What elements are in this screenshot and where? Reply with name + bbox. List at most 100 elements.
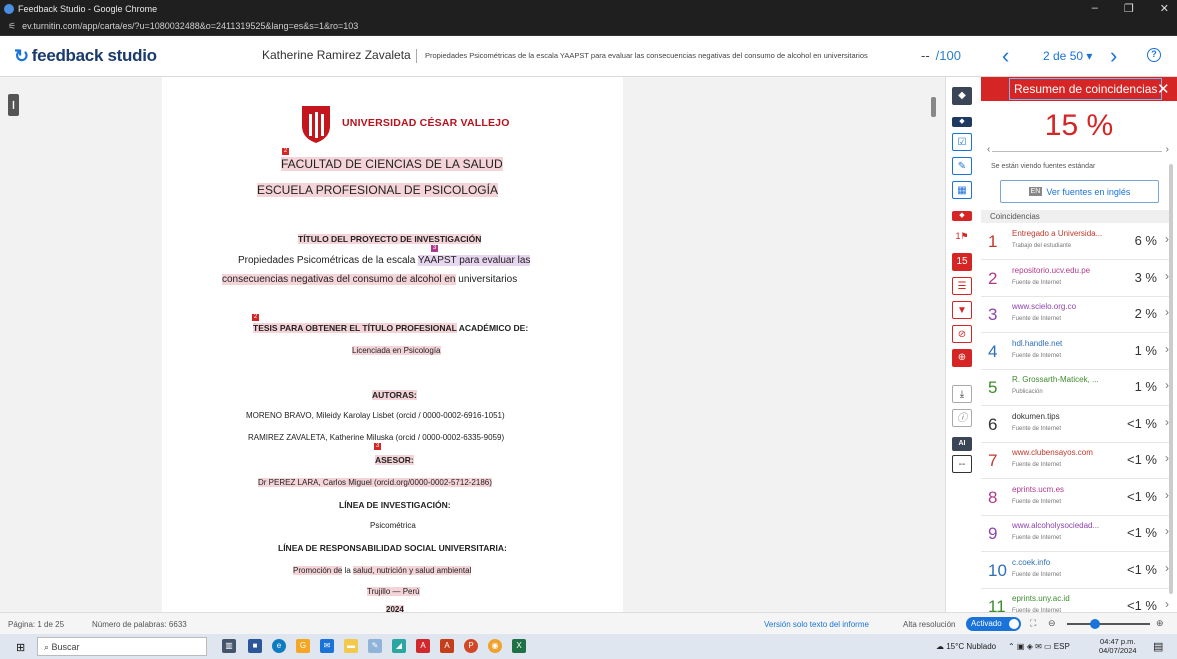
excel-icon[interactable]: X — [512, 639, 526, 653]
store-app-icon[interactable]: ■ — [248, 639, 262, 653]
checkbox-icon[interactable]: ☑ — [952, 133, 972, 151]
mail-app-icon[interactable]: ✉ — [320, 639, 334, 653]
side-drawer-handle-icon[interactable]: ❙ — [8, 94, 19, 116]
chevron-right-icon[interactable]: › — [1165, 378, 1169, 392]
grade-field[interactable]: --/100 — [921, 48, 961, 63]
task-view-icon[interactable]: ▥ — [222, 639, 236, 653]
place-line[interactable]: Trujillo — Perú — [367, 587, 420, 596]
match-row[interactable]: 5 R. Grossarth-Maticek, ... Publicación 1 %… — [981, 370, 1169, 406]
close-window-icon[interactable]: ✕ — [1160, 2, 1169, 15]
year-line[interactable]: 2024 — [386, 605, 404, 612]
chevron-right-icon[interactable]: › — [1165, 305, 1169, 319]
match-source[interactable]: repositorio.ucv.edu.pe — [1012, 266, 1110, 275]
rubric-grid-icon[interactable]: ▦ — [952, 181, 972, 199]
pdf-reader-icon[interactable]: A — [416, 639, 430, 653]
high-resolution-toggle[interactable]: Activado — [966, 617, 1021, 631]
download-icon[interactable]: ⤓ — [952, 385, 972, 403]
text-only-report-link[interactable]: Versión solo texto del informe — [764, 620, 869, 629]
similarity-report-icon[interactable]: ⊕ — [952, 349, 972, 367]
fit-screen-icon[interactable]: ⛶ — [1030, 618, 1036, 629]
all-sources-icon[interactable]: ☰ — [952, 277, 972, 295]
close-panel-icon[interactable]: ✕ — [1157, 80, 1170, 98]
zoom-slider-track[interactable] — [1067, 623, 1150, 625]
match-row[interactable]: 3 www.scielo.org.co Fuente de Internet 2 % › — [981, 297, 1169, 333]
chevron-right-icon[interactable]: › — [1165, 232, 1169, 246]
english-sources-button[interactable]: EN Ver fuentes en inglés — [1000, 180, 1159, 203]
match-source[interactable]: R. Grossarth-Maticek, ... — [1012, 375, 1110, 384]
chrome-icon[interactable]: ◉ — [488, 639, 502, 653]
acrobat-icon[interactable]: A — [440, 639, 454, 653]
info-icon[interactable]: ⓘ — [952, 409, 972, 427]
source-scroll-track[interactable] — [992, 151, 1162, 152]
chevron-right-icon[interactable]: › — [1165, 524, 1169, 538]
next-paper-icon[interactable]: › — [1110, 43, 1117, 69]
match-row[interactable]: 4 hdl.handle.net Fuente de Internet 1 % › — [981, 334, 1169, 370]
previous-paper-icon[interactable]: ‹ — [1002, 43, 1009, 69]
scroll-right-icon[interactable]: › — [1166, 144, 1169, 155]
match-source[interactable]: Entregado a Universida... — [1012, 229, 1110, 238]
match-source[interactable]: eprints.ucm.es — [1012, 485, 1110, 494]
layers-icon[interactable]: ◆ — [952, 87, 972, 105]
chevron-right-icon[interactable]: › — [1165, 451, 1169, 465]
match-marker[interactable]: 3 — [374, 443, 381, 454]
powerpoint-icon[interactable]: P — [464, 639, 478, 653]
edit-comment-icon[interactable]: ✎ — [952, 157, 972, 175]
flag-count-icon[interactable]: 1⚑ — [952, 227, 972, 245]
match-row[interactable]: 10 c.coek.info Fuente de Internet <1 % › — [981, 553, 1169, 589]
paper-pager-dropdown[interactable]: 2 de 50 ▾ — [1043, 49, 1092, 63]
match-row[interactable]: 6 dokumen.tips Fuente de Internet <1 % › — [981, 407, 1169, 443]
zoom-in-icon[interactable]: ⊕ — [1156, 618, 1164, 629]
document-scrollbar[interactable] — [931, 97, 936, 117]
system-tray[interactable]: ⌃ ▣ ◈ ✉ ▭ ESP — [1008, 642, 1070, 651]
match-source[interactable]: c.coek.info — [1012, 558, 1110, 567]
match-source[interactable]: www.alcoholysociedad... — [1012, 521, 1110, 530]
help-icon[interactable]: ? — [1147, 48, 1161, 62]
yellow-app-icon[interactable]: G — [296, 639, 310, 653]
degree-line[interactable]: Licenciada en Psicología — [352, 346, 441, 355]
match-source[interactable]: www.clubensayos.com — [1012, 448, 1110, 457]
match-source[interactable]: hdl.handle.net — [1012, 339, 1110, 348]
zoom-slider-handle[interactable] — [1090, 619, 1100, 629]
file-explorer-icon[interactable]: ▬ — [344, 639, 358, 653]
brand-logo[interactable]: ↻ feedback studio — [14, 46, 157, 67]
taskbar-search[interactable]: ⌕ Buscar — [37, 637, 207, 656]
match-source[interactable]: eprints.uny.ac.id — [1012, 594, 1110, 603]
grading-layer-icon[interactable]: ◆ — [952, 117, 972, 127]
chevron-right-icon[interactable]: › — [1165, 415, 1169, 429]
weather-widget[interactable]: ☁ 15°C Nublado — [936, 642, 996, 651]
minimize-icon[interactable]: – — [1092, 2, 1098, 15]
chevron-right-icon[interactable]: › — [1165, 561, 1169, 575]
title-label[interactable]: TÍTULO DEL PROYECTO DE INVESTIGACIÓN — [298, 234, 482, 244]
maximize-icon[interactable]: ❐ — [1124, 2, 1134, 15]
taskbar-clock[interactable]: 04:47 p.m. 04/07/2024 — [1099, 637, 1137, 655]
advisor-label[interactable]: ASESOR: — [375, 455, 414, 465]
panel-scrollbar[interactable] — [1169, 164, 1173, 594]
pen-app-icon[interactable]: ✎ — [368, 639, 382, 653]
match-count-badge[interactable]: 15 — [952, 253, 972, 271]
notifications-icon[interactable]: ▤ — [1153, 640, 1163, 653]
chevron-right-icon[interactable]: › — [1165, 342, 1169, 356]
windows-start-icon[interactable]: ⊞ — [16, 641, 25, 654]
edge-browser-icon[interactable]: e — [272, 639, 286, 653]
advisor-line[interactable]: Dr PEREZ LARA, Carlos Miguel (orcid.org/… — [258, 478, 492, 487]
match-row[interactable]: 7 www.clubensayos.com Fuente de Internet <1… — [981, 443, 1169, 479]
similarity-layer-icon[interactable]: ◆ — [952, 211, 972, 221]
match-row[interactable]: 8 eprints.ucm.es Fuente de Internet <1 % › — [981, 480, 1169, 516]
match-row[interactable]: 9 www.alcoholysociedad... Fuente de Intern… — [981, 516, 1169, 552]
school-line[interactable]: ESCUELA PROFESIONAL DE PSICOLOGÍA — [257, 183, 498, 197]
filter-icon[interactable]: ▼ — [952, 301, 972, 319]
match-source[interactable]: dokumen.tips — [1012, 412, 1110, 421]
authors-label[interactable]: AUTORAS: — [372, 390, 417, 400]
chevron-right-icon[interactable]: › — [1165, 269, 1169, 283]
chevron-right-icon[interactable]: › — [1165, 597, 1169, 611]
source-scroll-row[interactable]: ‹ › — [985, 144, 1169, 157]
scroll-left-icon[interactable]: ‹ — [987, 144, 990, 155]
faculty-line[interactable]: FACULTAD DE CIENCIAS DE LA SALUD — [281, 157, 503, 171]
address-bar[interactable]: ⚟ ev.turnitin.com/app/carta/es/?u=108003… — [0, 17, 1177, 36]
match-row[interactable]: 2 repositorio.ucv.edu.pe Fuente de Interne… — [981, 261, 1169, 297]
match-source[interactable]: www.scielo.org.co — [1012, 302, 1110, 311]
match-row[interactable]: 1 Entregado a Universida... Trabajo del es… — [981, 224, 1169, 260]
ai-score-button[interactable]: -- — [952, 455, 972, 473]
chevron-right-icon[interactable]: › — [1165, 488, 1169, 502]
exclude-icon[interactable]: ⊘ — [952, 325, 972, 343]
